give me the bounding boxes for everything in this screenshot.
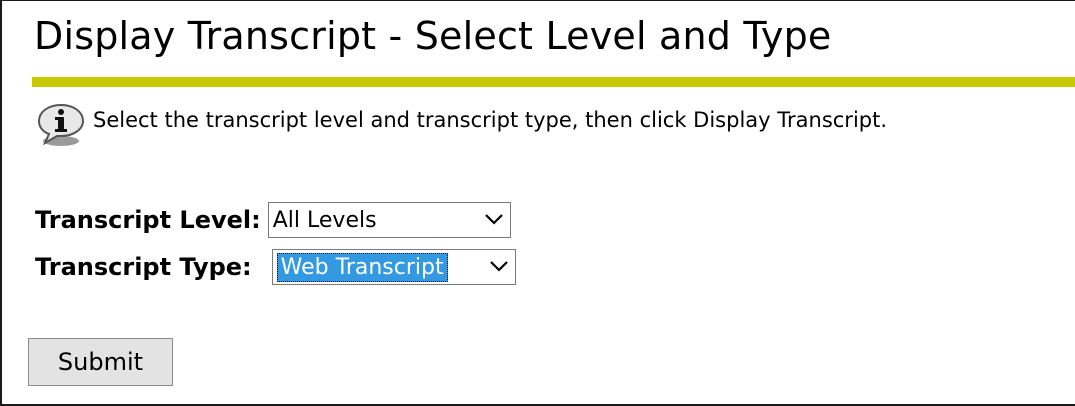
transcript-level-value: All Levels — [272, 207, 377, 233]
info-speech-bubble-icon — [37, 103, 85, 146]
chevron-down-icon — [489, 261, 508, 272]
title-divider — [32, 77, 1075, 87]
transcript-type-label: Transcript Type: — [35, 253, 252, 281]
transcript-level-label: Transcript Level: — [35, 206, 261, 234]
transcript-level-row: Transcript Level: All Levels — [35, 202, 511, 238]
transcript-type-select[interactable]: Web Transcript — [271, 249, 516, 285]
submit-button[interactable]: Submit — [28, 338, 173, 386]
info-text: Select the transcript level and transcri… — [93, 108, 888, 132]
transcript-level-select[interactable]: All Levels — [267, 202, 511, 238]
info-message: Select the transcript level and transcri… — [35, 101, 887, 149]
chevron-down-icon — [484, 214, 503, 225]
page-title: Display Transcript - Select Level and Ty… — [34, 14, 832, 58]
page-frame: Display Transcript - Select Level and Ty… — [0, 0, 1075, 406]
transcript-type-value: Web Transcript — [276, 252, 448, 282]
transcript-type-row: Transcript Type: Web Transcript — [35, 249, 516, 285]
